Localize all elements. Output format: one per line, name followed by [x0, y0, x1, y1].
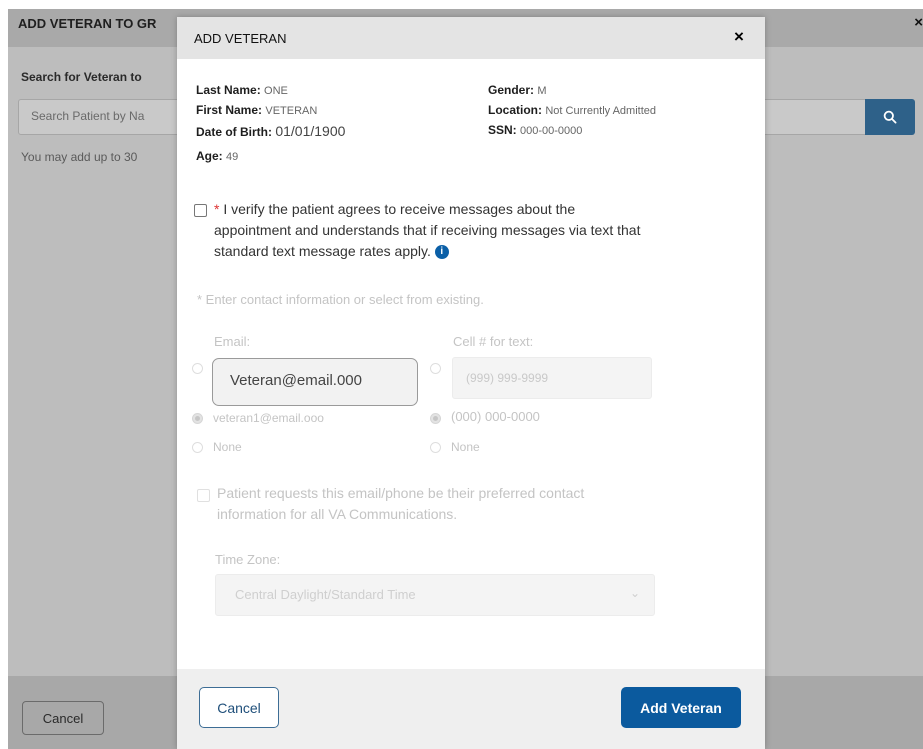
- phone-label: Cell # for text:: [453, 334, 534, 349]
- timezone-select[interactable]: Central Daylight/Standard Time ⌄: [215, 574, 655, 616]
- phone-new-radio[interactable]: [430, 363, 441, 374]
- background-search-button[interactable]: [865, 99, 915, 135]
- timezone-label: Time Zone:: [215, 552, 281, 567]
- first-name-row: First Name: VETERAN: [196, 103, 317, 117]
- verify-text: I verify the patient agrees to receive m…: [214, 201, 641, 259]
- email-none-option: None: [213, 440, 242, 454]
- background-search-label: Search for Veteran to: [21, 70, 142, 84]
- timezone-value: Central Daylight/Standard Time: [235, 587, 416, 602]
- modal-title: ADD VETERAN: [194, 31, 287, 46]
- contact-prompt: * Enter contact information or select fr…: [197, 292, 484, 307]
- gender-value: M: [537, 85, 547, 97]
- required-marker: *: [214, 201, 220, 217]
- phone-none-radio[interactable]: [430, 442, 441, 453]
- background-cancel-button[interactable]: Cancel: [22, 701, 104, 735]
- background-close-icon[interactable]: ×: [914, 14, 923, 31]
- location-value: Not Currently Admitted: [545, 105, 656, 117]
- dob-row: Date of Birth: 01/01/1900: [196, 123, 345, 139]
- background-dialog-title: ADD VETERAN TO GR: [18, 16, 157, 31]
- email-new-radio[interactable]: [192, 363, 203, 374]
- chevron-down-icon: ⌄: [629, 586, 640, 600]
- first-name-value: VETERAN: [265, 105, 318, 117]
- first-name-label: First Name:: [196, 103, 263, 117]
- preferred-contact-text: Patient requests this email/phone be the…: [217, 485, 585, 522]
- phone-field[interactable]: (999) 999-9999: [452, 357, 652, 399]
- ssn-row: SSN: 000-00-0000: [488, 123, 582, 137]
- email-label: Email:: [214, 334, 251, 349]
- add-veteran-button[interactable]: Add Veteran: [621, 687, 741, 728]
- verify-checkbox[interactable]: [194, 204, 207, 217]
- location-row: Location: Not Currently Admitted: [488, 103, 656, 117]
- cancel-button[interactable]: Cancel: [199, 687, 279, 728]
- dob-value: 01/01/1900: [275, 123, 346, 139]
- gender-row: Gender: M: [488, 83, 547, 97]
- phone-existing-option: (000) 000-0000: [451, 409, 540, 424]
- email-existing-option: veteran1@email.ooo: [213, 411, 324, 425]
- close-icon[interactable]: ×: [734, 27, 744, 47]
- email-none-radio[interactable]: [192, 442, 203, 453]
- page-top-strip: [0, 0, 923, 9]
- age-label: Age:: [196, 149, 223, 163]
- last-name-value: ONE: [264, 85, 288, 97]
- age-value: 49: [226, 151, 239, 163]
- age-row: Age: 49: [196, 149, 238, 163]
- search-icon: [883, 110, 897, 124]
- last-name-label: Last Name:: [196, 83, 261, 97]
- phone-none-option: None: [451, 440, 480, 454]
- dob-label: Date of Birth:: [196, 125, 272, 139]
- email-field[interactable]: Veteran@email.000: [212, 358, 418, 406]
- phone-existing-radio[interactable]: [430, 413, 441, 424]
- background-search-input-end[interactable]: [760, 99, 866, 135]
- verify-statement: * I verify the patient agrees to receive…: [214, 199, 654, 262]
- gender-label: Gender:: [488, 83, 535, 97]
- add-veteran-modal: ADD VETERAN × Last Name: ONE First Name:…: [177, 17, 765, 749]
- ssn-value: 000-00-0000: [520, 125, 583, 137]
- location-label: Location:: [488, 103, 542, 117]
- background-limit-note: You may add up to 30: [21, 150, 138, 164]
- info-icon[interactable]: i: [434, 245, 449, 260]
- ssn-label: SSN:: [488, 123, 517, 137]
- last-name-row: Last Name: ONE: [196, 83, 288, 97]
- preferred-contact-checkbox[interactable]: [197, 489, 210, 502]
- email-existing-radio[interactable]: [192, 413, 203, 424]
- background-search-input[interactable]: Search Patient by Na: [18, 99, 188, 135]
